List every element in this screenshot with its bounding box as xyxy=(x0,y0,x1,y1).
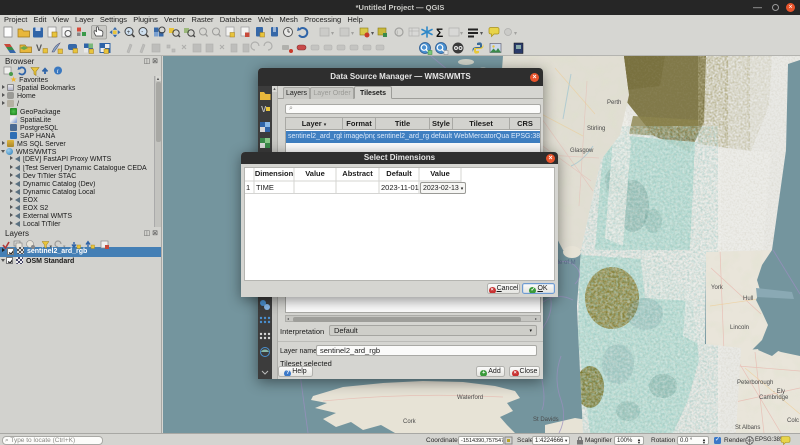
svg-text:i: i xyxy=(397,31,398,37)
svg-text:St Albans: St Albans xyxy=(735,425,760,431)
svg-text:York: York xyxy=(711,285,724,291)
svg-text:▾: ▾ xyxy=(371,31,374,37)
svg-text:V: V xyxy=(36,43,42,53)
svg-text:Lincoln: Lincoln xyxy=(730,325,749,331)
svg-text:Peterborough: Peterborough xyxy=(737,380,773,386)
svg-text:Stirling: Stirling xyxy=(587,126,605,132)
svg-text:Hull: Hull xyxy=(743,296,753,302)
svg-text:Σ: Σ xyxy=(436,26,443,40)
svg-text:St Davids: St Davids xyxy=(533,417,559,423)
svg-text:+: + xyxy=(127,30,131,36)
svg-text:▾: ▾ xyxy=(351,31,354,37)
svg-text:Cork: Cork xyxy=(403,419,417,425)
svg-text:▾: ▾ xyxy=(480,31,483,37)
svg-text:▾: ▾ xyxy=(460,31,463,37)
svg-text:-: - xyxy=(141,30,143,36)
svg-text:i: i xyxy=(57,68,59,75)
svg-text:Waterford: Waterford xyxy=(457,395,483,401)
svg-text:▾: ▾ xyxy=(331,31,334,37)
svg-text:Perth: Perth xyxy=(607,100,621,106)
svg-text:▾: ▾ xyxy=(514,31,517,37)
svg-text:Colc: Colc xyxy=(787,418,799,424)
svg-text:Glasgow: Glasgow xyxy=(570,148,594,154)
svg-text:Cambridge: Cambridge xyxy=(759,395,789,401)
